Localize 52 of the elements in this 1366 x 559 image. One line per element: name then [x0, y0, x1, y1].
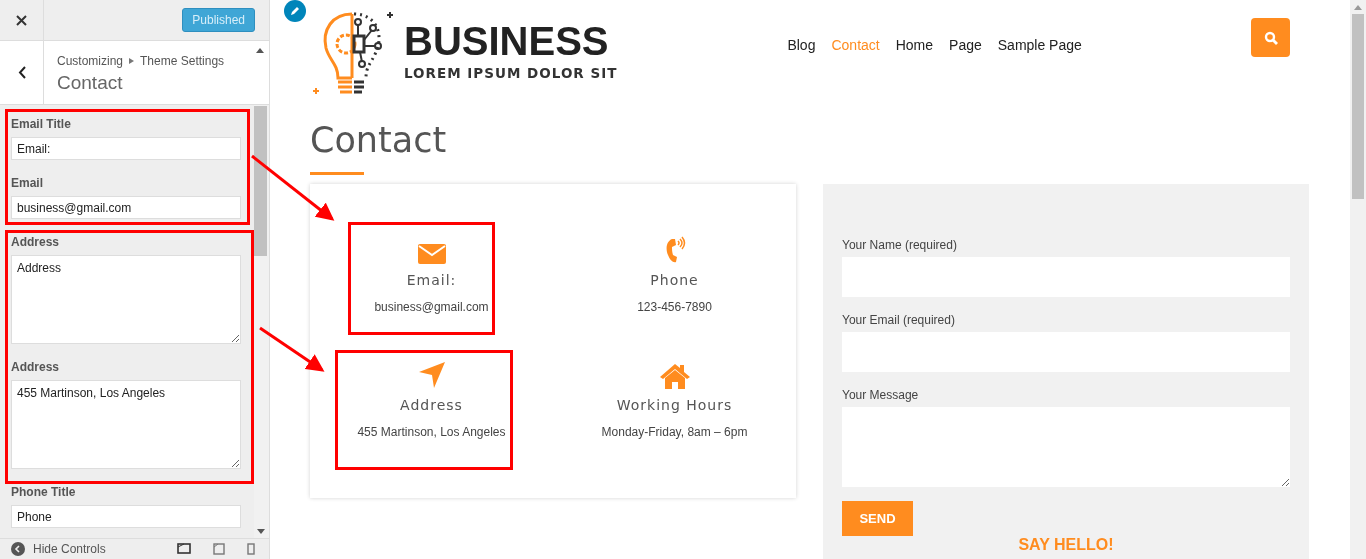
contact-value: 123-456-7890	[637, 300, 712, 314]
contact-title: Working Hours	[616, 396, 733, 413]
scrollbar-thumb[interactable]	[1352, 14, 1364, 199]
desktop-icon[interactable]	[177, 543, 191, 555]
text-area[interactable]: 455 Martinson, Los Angeles	[11, 380, 241, 469]
search-button[interactable]	[1251, 18, 1290, 57]
field-label: Your Name (required)	[842, 238, 958, 252]
nav-link[interactable]: Home	[895, 37, 934, 53]
field-label: Address	[11, 235, 61, 249]
logo-tagline: LOREM IPSUM DOLOR SIT	[404, 65, 618, 81]
text-area[interactable]: Address	[11, 255, 241, 344]
search-icon	[1263, 30, 1278, 45]
edit-shortcut-icon[interactable]	[284, 0, 306, 22]
form-heading: SAY HELLO!	[1017, 536, 1115, 553]
contact-value: Monday-Friday, 8am – 6pm	[601, 424, 748, 439]
nav-link[interactable]: Page	[949, 37, 982, 53]
close-icon	[16, 14, 27, 26]
mobile-icon[interactable]	[247, 543, 255, 555]
scrollbar-thumb[interactable]	[254, 106, 267, 256]
breadcrumb-item: Customizing	[57, 54, 124, 68]
message-field[interactable]	[842, 407, 1290, 487]
contact-title: Address	[400, 396, 463, 413]
envelope-icon	[417, 244, 446, 264]
breadcrumb-item: Theme Settings	[140, 54, 225, 68]
hide-controls-link[interactable]: Hide Controls	[33, 542, 106, 556]
scroll-down-icon[interactable]	[257, 529, 265, 534]
contact-title: Email:	[406, 272, 457, 288]
contact-title: Phone	[650, 272, 699, 288]
contact-value: 455 Martinson, Los Angeles	[357, 424, 506, 439]
input-field[interactable]: Phone	[11, 505, 241, 528]
section-title: Contact	[57, 72, 124, 94]
field-label: Email	[11, 176, 44, 190]
nav-link[interactable]: Blog	[787, 37, 816, 53]
collapse-icon[interactable]	[11, 542, 25, 556]
back-icon	[17, 66, 26, 79]
breadcrumb-separator-icon	[129, 58, 135, 64]
scroll-up-icon[interactable]	[256, 48, 264, 53]
field-label: Phone Title	[11, 485, 77, 499]
field-label: Email Title	[11, 117, 72, 131]
input-field[interactable]: Email:	[11, 137, 241, 160]
page-title: Contact	[310, 119, 448, 162]
house-icon	[658, 362, 691, 389]
nav-link[interactable]: Sample Page	[997, 37, 1082, 53]
input-field[interactable]: business@gmail.com	[11, 196, 241, 219]
pointer-arrow	[259, 326, 325, 372]
field-label: Your Message	[842, 388, 920, 402]
field-label: Your Email (required)	[842, 313, 956, 327]
tablet-icon[interactable]	[213, 543, 225, 555]
location-arrow-icon	[417, 360, 446, 389]
field-label: Address	[11, 360, 61, 374]
contact-value: business@gmail.com	[374, 300, 489, 314]
logo-title: BUSINESS	[404, 21, 610, 61]
